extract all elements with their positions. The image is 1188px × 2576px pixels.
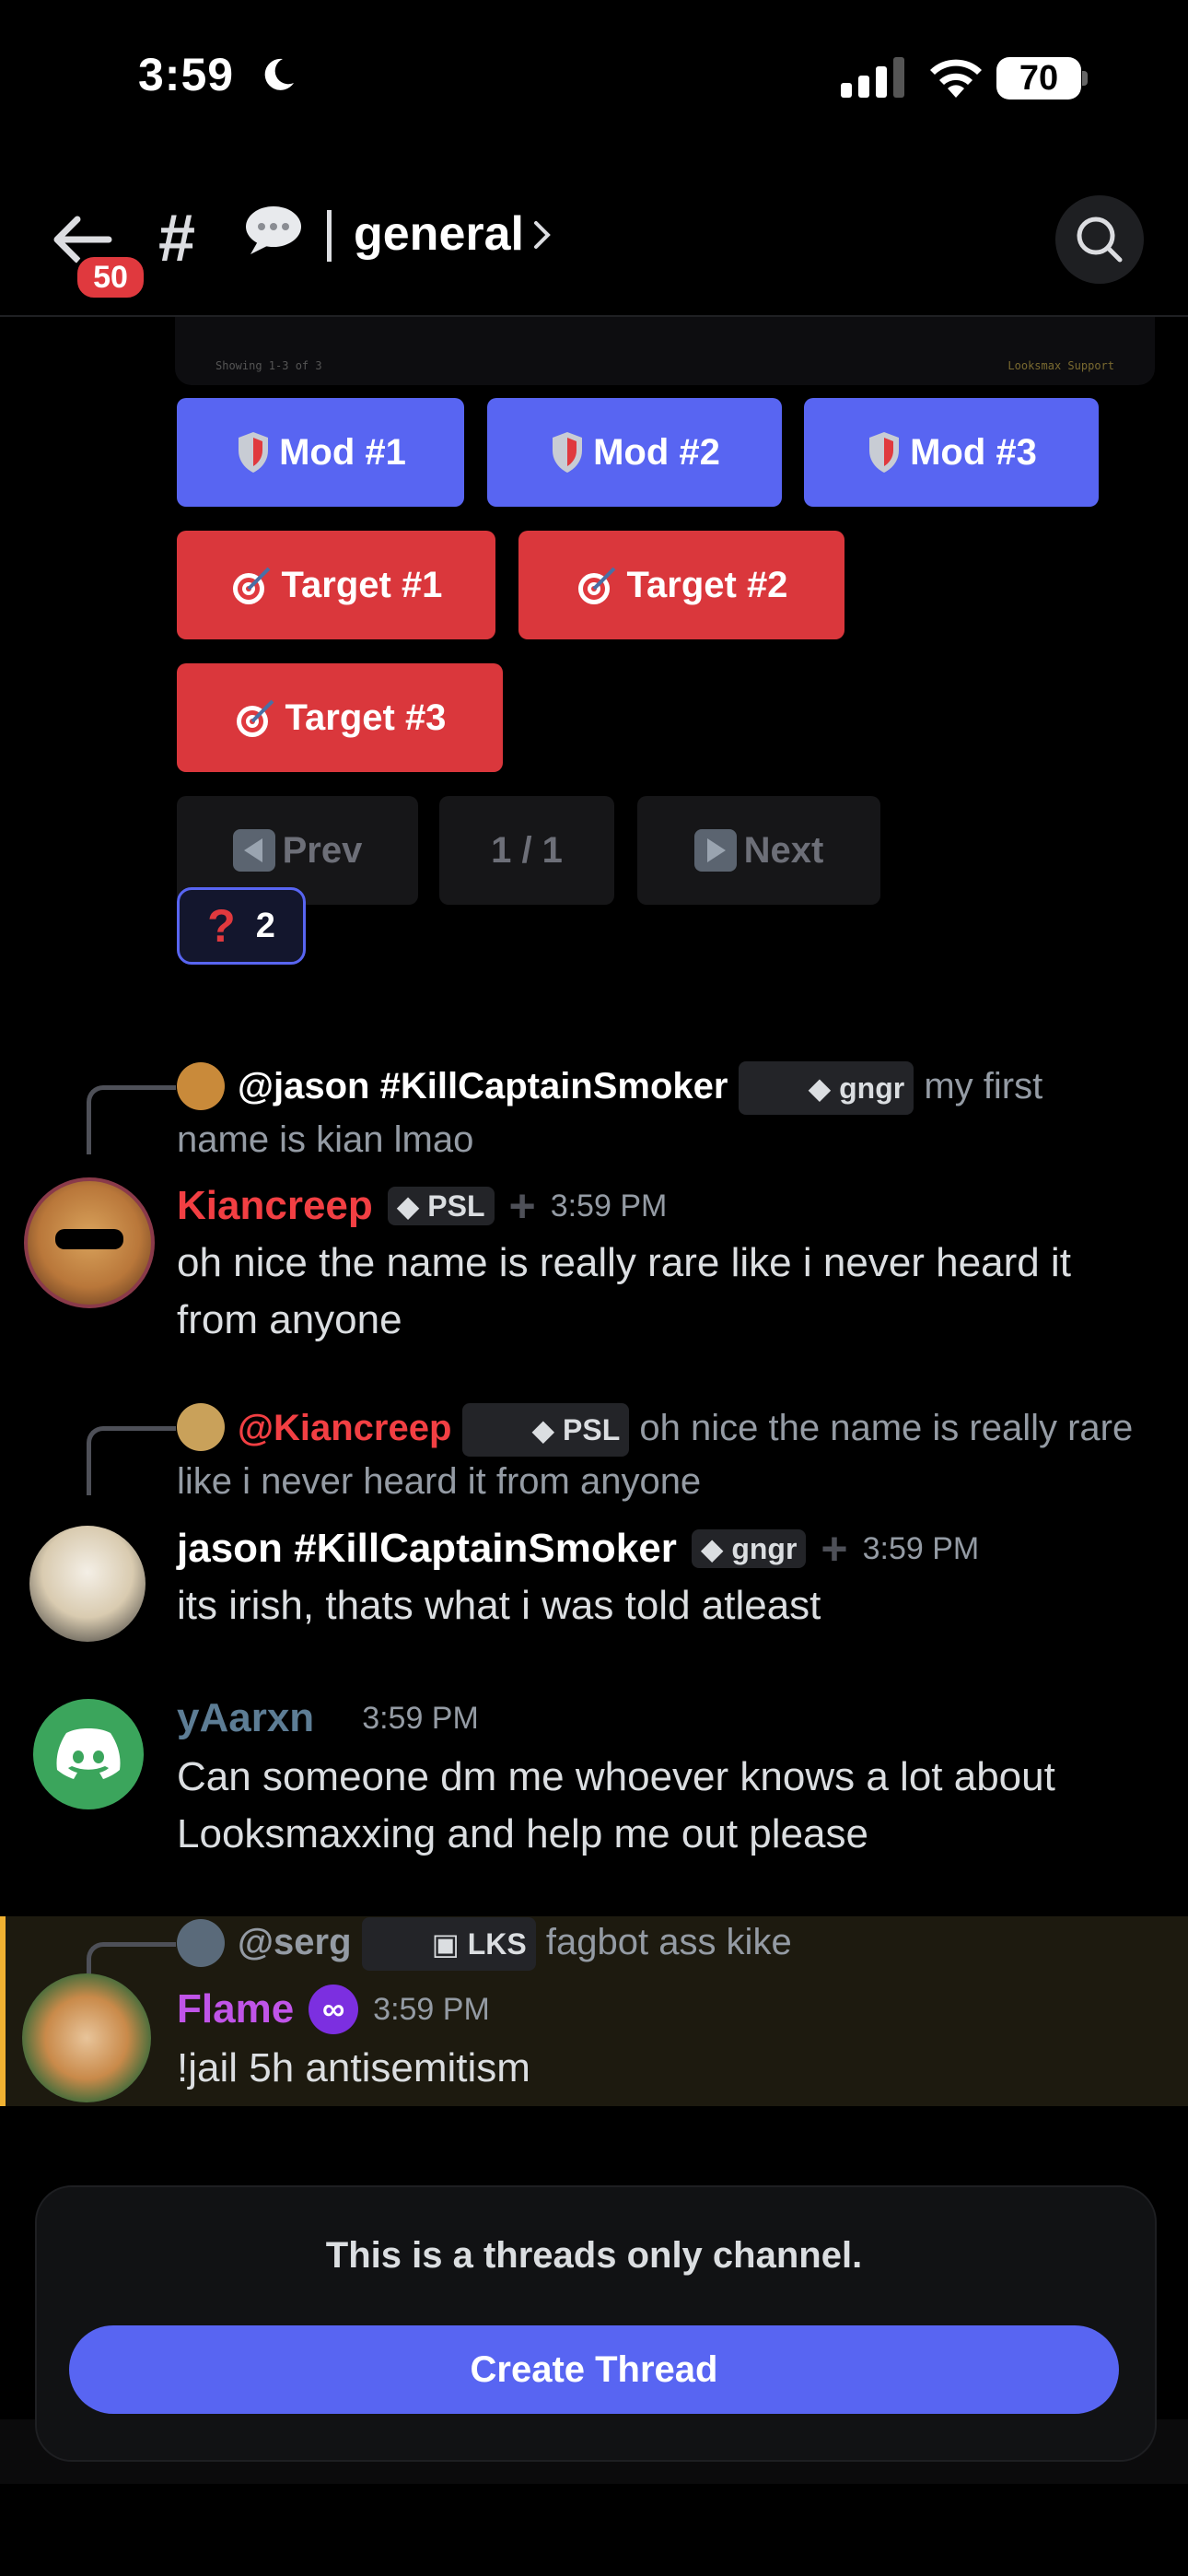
- mod-button-label: Mod #1: [279, 431, 406, 473]
- user-avatar[interactable]: [29, 1526, 146, 1642]
- username[interactable]: Flame: [177, 1986, 294, 2032]
- search-button[interactable]: [1055, 195, 1144, 284]
- plus-icon: +: [508, 1180, 536, 1232]
- reply-author: @jason #KillCaptainSmoker: [238, 1066, 728, 1107]
- sunglasses: [55, 1229, 123, 1249]
- search-icon: [1077, 217, 1123, 263]
- reply-author: @serg: [238, 1922, 352, 1962]
- shield-icon: [866, 430, 903, 474]
- status-time: 3:59: [138, 49, 235, 100]
- reply-author: @Kiancreep: [238, 1408, 452, 1448]
- target-button-label: Target #2: [626, 564, 788, 605]
- role-tag: ◆ PSL: [387, 1187, 495, 1225]
- target-button-label: Target #3: [285, 697, 447, 738]
- role-tag: ▣ LKS: [361, 1917, 536, 1972]
- dart-target-icon: [576, 563, 620, 607]
- threads-only-notice: This is a threads only channel.: [325, 2235, 863, 2276]
- cellular-signal-icon: [841, 57, 904, 98]
- threads-only-panel: [35, 2185, 1157, 2462]
- message-body: Can someone dm me whoever knows a lot ab…: [177, 1754, 1055, 1856]
- mod-button-2[interactable]: Mod #2: [487, 398, 782, 507]
- mod-button-3[interactable]: Mod #3: [804, 398, 1099, 507]
- discord-logo-icon: [56, 1728, 121, 1779]
- reply-connector: [87, 1085, 176, 1154]
- right-arrow-icon: [693, 829, 737, 872]
- user-avatar[interactable]: [24, 1177, 155, 1308]
- create-thread-button[interactable]: Create Thread: [69, 2325, 1119, 2414]
- reply-connector: [87, 1426, 176, 1495]
- username[interactable]: Kiancreep: [177, 1183, 373, 1229]
- channel-hash-icon: #: [158, 202, 196, 275]
- username[interactable]: jason #KillCaptainSmoker: [177, 1526, 677, 1572]
- message-header: jason #KillCaptainSmoker ◆ gngr + 3:59 P…: [177, 1522, 979, 1575]
- embed-footer-left: Showing 1-3 of 3: [215, 359, 322, 372]
- target-button-3[interactable]: Target #3: [177, 663, 503, 772]
- battery-indicator: 70: [996, 57, 1081, 100]
- embed-card: Showing 1-3 of 3 Looksmax Support: [175, 317, 1155, 385]
- mod-button-label: Mod #3: [910, 431, 1037, 473]
- message-header: Flame ∞ 3:59 PM: [177, 1985, 490, 2034]
- target-button-2[interactable]: Target #2: [518, 531, 844, 639]
- target-button-label: Target #1: [281, 564, 443, 605]
- prev-label: Prev: [282, 829, 363, 871]
- mention-highlight-bar: [0, 1916, 6, 2106]
- wifi-icon: [930, 59, 982, 98]
- nitro-infinity-icon: ∞: [309, 1985, 359, 2034]
- message-body: !jail 5h antisemitism: [177, 2045, 530, 2090]
- battery-nub: [1082, 71, 1088, 86]
- dart-target-icon: [230, 563, 274, 607]
- role-tag: ◆ PSL: [461, 1403, 630, 1458]
- page-label: 1 / 1: [491, 829, 563, 871]
- message-body: oh nice the name is really rare like i n…: [177, 1240, 1071, 1342]
- user-avatar[interactable]: [33, 1699, 144, 1809]
- message-header: Kiancreep ◆ PSL + 3:59 PM: [177, 1179, 667, 1233]
- channel-title[interactable]: general: [354, 206, 524, 262]
- mod-button-1[interactable]: Mod #1: [177, 398, 464, 507]
- question-mark-icon: ?: [207, 900, 236, 952]
- chevron-right-icon[interactable]: [532, 219, 553, 251]
- shield-icon: [549, 430, 586, 474]
- target-button-1[interactable]: Target #1: [177, 531, 495, 639]
- next-button[interactable]: Next: [637, 796, 880, 905]
- reply-preview[interactable]: @jason #KillCaptainSmoker ◆ gngr my firs…: [177, 1061, 1144, 1165]
- speech-bubble-icon: [246, 206, 301, 254]
- reply-preview[interactable]: @serg ▣ LKS fagbot ass kike: [177, 1917, 1144, 1972]
- left-arrow-icon: [232, 829, 275, 872]
- reply-content: fagbot ass kike: [545, 1922, 792, 1962]
- reaction-count: 2: [255, 906, 275, 945]
- role-tag: ◆ gngr: [738, 1061, 914, 1116]
- reply-preview[interactable]: @Kiancreep ◆ PSL oh nice the name is rea…: [177, 1403, 1144, 1506]
- embed-footer-right: Looksmax Support: [1007, 359, 1114, 372]
- timestamp: 3:59 PM: [550, 1188, 668, 1224]
- message-header: yAarxn 3:59 PM: [177, 1695, 479, 1741]
- message-body: its irish, thats what i was told atleast: [177, 1583, 821, 1628]
- dart-target-icon: [234, 696, 278, 740]
- username[interactable]: yAarxn: [177, 1695, 314, 1741]
- timestamp: 3:59 PM: [862, 1530, 980, 1566]
- plus-icon: +: [821, 1523, 848, 1575]
- reaction-question[interactable]: ? 2: [177, 887, 306, 965]
- page-indicator: 1 / 1: [439, 796, 614, 905]
- shield-icon: [235, 430, 272, 474]
- user-avatar[interactable]: [22, 1973, 151, 2102]
- timestamp: 3:59 PM: [373, 1991, 490, 2027]
- moon-icon: [264, 58, 294, 90]
- next-label: Next: [743, 829, 824, 871]
- title-separator: [327, 210, 332, 262]
- mod-button-label: Mod #2: [593, 431, 720, 473]
- unread-badge: 50: [74, 253, 147, 301]
- timestamp: 3:59 PM: [362, 1700, 479, 1736]
- role-tag: ◆ gngr: [691, 1529, 807, 1568]
